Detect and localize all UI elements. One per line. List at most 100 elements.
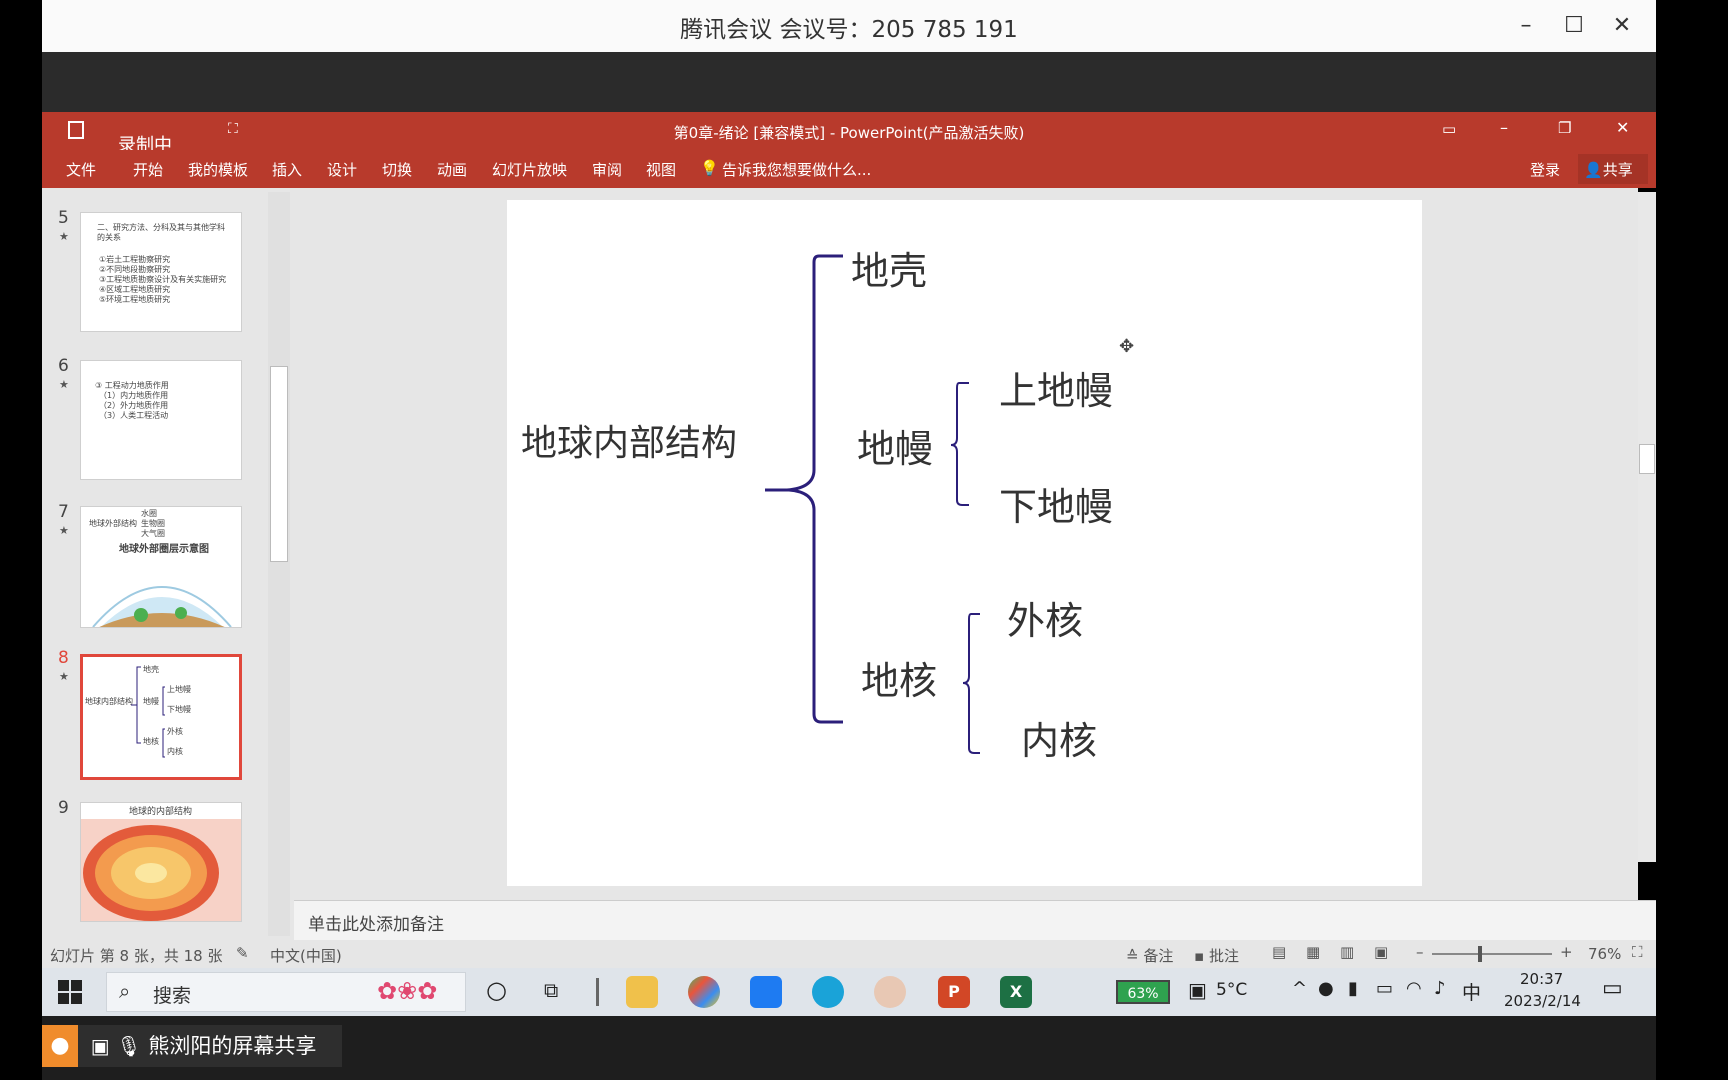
app-avatar-icon[interactable] (874, 976, 906, 1008)
tell-me-input[interactable]: 告诉我您想要做什么... (722, 159, 871, 180)
thumb-text: ③工程地质勘察设计及有关实施研究 (99, 275, 227, 284)
ppt-title-bar: ⛶ 第0章-绪论 [兼容模式] - PowerPoint(产品激活失败) ▭ –… (42, 112, 1656, 150)
slide-number: 7 (58, 502, 69, 522)
news-icon[interactable]: ▣ (1188, 978, 1207, 1002)
sorter-view-icon[interactable]: ▦ (1306, 943, 1320, 961)
slide-thumbnail-7[interactable]: 地球外部结构 水圈 生物圈 大气圈 地球外部圈层示意图 (80, 506, 242, 628)
meeting-title-bar: 腾讯会议 会议号：205 785 191 – ☐ ✕ (42, 0, 1656, 52)
earth-layers-diagram (81, 819, 241, 921)
tencent-meeting-icon[interactable] (688, 976, 720, 1008)
zoom-level[interactable]: 76% (1588, 945, 1621, 963)
thumb-text: 二、研究方法、分科及其与其他学科的关系 (97, 223, 225, 242)
tab-slideshow[interactable]: 幻灯片放映 (492, 159, 567, 180)
slide-number: 5 (58, 208, 69, 228)
battery-icon[interactable]: ▭ (1376, 978, 1393, 999)
core-label: 地核 (861, 659, 938, 703)
tab-my-templates[interactable]: 我的模板 (188, 159, 248, 180)
tab-transitions[interactable]: 切换 (382, 159, 412, 180)
atmosphere-diagram (92, 586, 232, 627)
slide-scrollbar[interactable] (1638, 192, 1656, 862)
ppt-minimize-button[interactable]: – (1500, 118, 1508, 137)
thumbnail-scrollbar[interactable] (268, 192, 290, 936)
microphone-icon: 🎙 (116, 1034, 142, 1058)
clock-date[interactable]: 2023/2/14 (1504, 992, 1581, 1010)
search-icon: ⌕ (119, 979, 131, 1003)
weather-text[interactable]: 5°C (1216, 980, 1247, 1000)
clock-time[interactable]: 20:37 (1520, 970, 1563, 988)
battery-widget[interactable]: 63% (1116, 980, 1170, 1004)
slide-thumbnail-9[interactable]: 地球的内部结构 (80, 802, 242, 922)
ppt-restore-button[interactable]: ❐ (1558, 119, 1571, 137)
thumb-text: （1）内力地质作用 (99, 391, 169, 400)
thumb-text: 地球外部结构 (89, 519, 137, 528)
zoom-slider-handle[interactable] (1478, 946, 1482, 962)
ppt-close-button[interactable]: ✕ (1616, 118, 1629, 137)
tab-insert[interactable]: 插入 (272, 159, 302, 180)
spellcheck-icon[interactable]: ✎ (236, 944, 249, 962)
zoom-out-button[interactable]: – (1416, 943, 1424, 961)
structure-brackets (765, 254, 980, 754)
slide-thumbnail-panel: 5 ★ 二、研究方法、分科及其与其他学科的关系 ①岩土工程勘察研究 ②不同地段勘… (42, 188, 294, 940)
tab-view[interactable]: 视图 (646, 159, 676, 180)
fit-slide-icon[interactable]: ⛶ (1632, 943, 1643, 961)
meeting-title: 腾讯会议 会议号：205 785 191 (680, 17, 1018, 43)
thumb-title: 地球的内部结构 (129, 807, 193, 817)
notes-pane[interactable]: 单击此处添加备注 (294, 900, 1656, 940)
slide-canvas[interactable]: 地球内部结构 地壳 地幔 上地幔 下地幔 地核 外核 内核 ✥ (507, 200, 1422, 886)
slide-thumbnail-5[interactable]: 二、研究方法、分科及其与其他学科的关系 ①岩土工程勘察研究 ②不同地段勘察研究 … (80, 212, 242, 332)
task-view-icon[interactable]: ⧉ (544, 978, 558, 1002)
star-icon: ★ (59, 378, 69, 391)
file-explorer-icon[interactable] (626, 976, 658, 1008)
windows-start-icon[interactable] (58, 980, 82, 1004)
feishu-icon[interactable] (750, 976, 782, 1008)
thumb-text: 大气圈 (141, 529, 165, 538)
close-button[interactable]: ✕ (1604, 8, 1640, 44)
zoom-in-button[interactable]: + (1560, 943, 1573, 961)
thumb-text: （3）人类工程活动 (99, 411, 169, 420)
notes-label: 备注 (1143, 947, 1174, 965)
tab-design[interactable]: 设计 (327, 159, 357, 180)
share-button[interactable]: 👤共享 (1578, 154, 1648, 184)
thumb-text: ②不同地段勘察研究 (99, 265, 171, 274)
excel-icon[interactable]: X (1000, 976, 1032, 1008)
powerpoint-icon[interactable]: P (938, 976, 970, 1008)
ribbon-tabs: 文件 开始 我的模板 插入 设计 切换 动画 幻灯片放映 审阅 视图 💡 告诉我… (42, 150, 1656, 188)
screen-share-indicator[interactable]: ● ▣ 🎙 熊浏阳的屏幕共享 (42, 1025, 342, 1067)
volume-icon[interactable]: ♪ (1434, 978, 1446, 999)
taskbar-search-box[interactable]: ⌕ 搜索 ✿❀✿ (106, 972, 466, 1012)
zoom-slider[interactable] (1432, 953, 1552, 955)
qq-icon[interactable]: ● (1318, 978, 1334, 999)
slideshow-view-icon[interactable]: ▣ (1374, 943, 1388, 961)
tab-home[interactable]: 开始 (133, 159, 163, 180)
notes-toggle[interactable]: ≙ 备注 (1126, 945, 1173, 966)
thumb-text: ⑤环境工程地质研究 (99, 295, 171, 304)
reading-view-icon[interactable]: ▥ (1340, 943, 1354, 961)
slide-thumbnail-6[interactable]: ③ 工程动力地质作用 （1）内力地质作用 （2）外力地质作用 （3）人类工程活动 (80, 360, 242, 480)
slide-scroll-thumb[interactable] (1639, 444, 1655, 474)
crust-label: 地壳 (851, 249, 928, 293)
cortana-icon[interactable]: ○ (486, 976, 507, 1004)
wifi-icon[interactable]: ◠ (1406, 978, 1422, 999)
tab-file[interactable]: 文件 (66, 159, 96, 180)
language-indicator[interactable]: 中文(中国) (270, 945, 342, 966)
minimize-button[interactable]: – (1508, 8, 1544, 44)
maximize-button[interactable]: ☐ (1556, 8, 1592, 44)
person-icon: ● (42, 1025, 78, 1067)
microphone-icon[interactable]: ▮ (1348, 978, 1358, 999)
comments-toggle[interactable]: ▪ 批注 (1194, 945, 1239, 966)
ime-indicator[interactable]: 中 (1462, 978, 1481, 1005)
edge-icon[interactable] (812, 976, 844, 1008)
screen-icon: ▣ (90, 1034, 110, 1058)
slide-number: 6 (58, 356, 69, 376)
windows-taskbar: ⌕ 搜索 ✿❀✿ ○ ⧉ P X 63% ▣ 5°C ^ ● ▮ ▭ ◠ ♪ 中… (42, 968, 1656, 1016)
status-bar: 幻灯片 第 8 张，共 18 张 ✎ 中文(中国) ≙ 备注 ▪ 批注 ▤ ▦ … (42, 940, 1656, 968)
tray-expand-icon[interactable]: ^ (1292, 978, 1307, 999)
thumbnail-scroll-thumb[interactable] (270, 366, 288, 562)
login-link[interactable]: 登录 (1530, 159, 1560, 180)
tab-animations[interactable]: 动画 (437, 159, 467, 180)
notification-icon[interactable]: ▭ (1602, 976, 1623, 1001)
normal-view-icon[interactable]: ▤ (1272, 943, 1286, 961)
ribbon-display-icon[interactable]: ▭ (1442, 120, 1456, 138)
tab-review[interactable]: 审阅 (592, 159, 622, 180)
slide-thumbnail-8[interactable]: 地球内部结构 地壳 地幔 上地幔 下地幔 地核 外核 内核 (80, 654, 242, 780)
